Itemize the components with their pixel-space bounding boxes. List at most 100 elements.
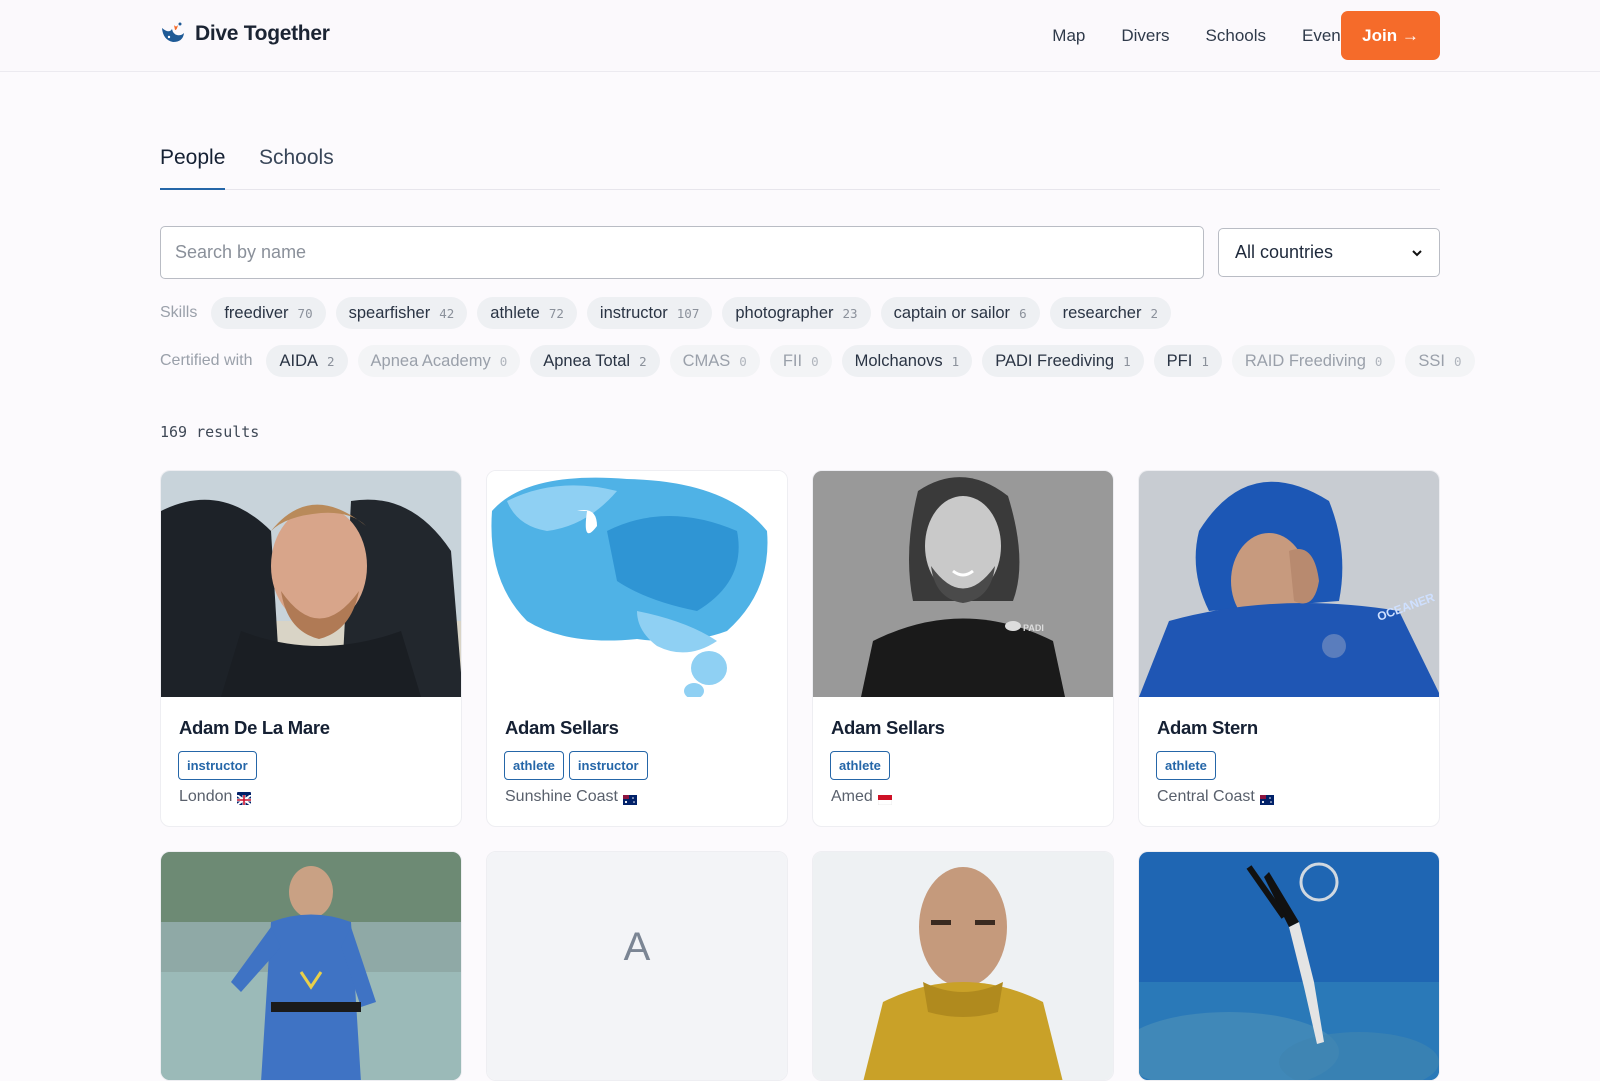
cert-chip[interactable]: Apnea Academy 0 — [357, 345, 521, 377]
chip-count: 2 — [639, 353, 647, 369]
chip-label: FII — [782, 351, 803, 370]
chip-label: RAID Freediving — [1244, 351, 1366, 370]
chip-count: 2 — [327, 353, 335, 369]
chip-count: 42 — [439, 305, 455, 321]
cert-chip[interactable]: Apnea Total 2 — [530, 345, 660, 377]
diver-name: Adam Stern — [1157, 717, 1258, 738]
chip-count: 0 — [1374, 353, 1383, 369]
nav-divers[interactable]: Divers — [1121, 26, 1169, 46]
skill-tag: instructor — [178, 751, 257, 780]
diver-tags: athlete — [830, 751, 890, 780]
skill-chip[interactable]: instructor 107 — [586, 297, 713, 329]
chip-label: AIDA — [279, 351, 318, 370]
chip-label: PFI — [1166, 351, 1193, 370]
chip-label: Molchanovs — [854, 351, 943, 370]
chip-label: athlete — [490, 303, 540, 322]
location-text: Amed — [831, 788, 873, 805]
chip-count: 0 — [1454, 353, 1462, 369]
au-flag-icon — [1259, 792, 1274, 805]
diver-location: Sunshine Coast — [505, 788, 637, 806]
results-count: 169 results — [160, 423, 260, 441]
skills-filter: Skills freediver 70 spearfisher 42 athlete… — [160, 297, 1171, 329]
diver-card[interactable]: PADI Adam Sellars athlete Amed — [812, 470, 1114, 827]
location-text: Sunshine Coast — [505, 788, 618, 805]
svg-text:PADI: PADI — [1023, 623, 1044, 633]
diver-card[interactable]: Adam Sellars athlete instructor Sunshine… — [486, 470, 788, 827]
location-text: Central Coast — [1157, 788, 1255, 805]
skill-chip[interactable]: captain or sailor 6 — [880, 297, 1040, 329]
diver-name: Adam Sellars — [831, 717, 945, 738]
cert-chip[interactable]: Molchanovs 1 — [841, 345, 973, 377]
country-select[interactable]: All countries — [1218, 228, 1440, 277]
cert-chip[interactable]: AIDA 2 — [266, 345, 348, 377]
chip-label: instructor — [599, 303, 668, 322]
cert-chip[interactable]: SSI 0 — [1405, 345, 1475, 377]
chip-count: 23 — [842, 305, 858, 321]
diver-card[interactable] — [160, 851, 462, 1081]
id-flag-icon — [877, 792, 893, 806]
diver-card[interactable]: Adam De La Mare instructor London — [160, 470, 462, 827]
certified-label: Certified with — [160, 352, 253, 369]
chip-count: 0 — [499, 353, 508, 369]
nav-schools[interactable]: Schools — [1206, 26, 1266, 46]
tab-people[interactable]: People — [160, 146, 226, 190]
skill-chip[interactable]: freediver 70 — [211, 297, 326, 329]
chevron-down-icon — [1412, 249, 1422, 256]
search-input[interactable] — [160, 226, 1204, 279]
diver-photo-placeholder: A — [487, 852, 787, 1080]
chip-label: freediver — [224, 303, 289, 322]
diver-card[interactable] — [812, 851, 1114, 1081]
cert-chip[interactable]: PADI Freediving 1 — [982, 345, 1144, 377]
diver-tags: athlete — [1156, 751, 1216, 780]
brand-logo[interactable]: Dive Together — [159, 20, 330, 48]
diver-tags: instructor — [178, 751, 257, 780]
avatar-initial: A — [487, 852, 787, 1080]
diver-photo — [487, 471, 787, 697]
chip-label: SSI — [1418, 351, 1446, 370]
nav-map[interactable]: Map — [1052, 26, 1085, 46]
diver-card[interactable]: A — [486, 851, 788, 1081]
chip-label: researcher — [1062, 303, 1142, 322]
cert-chip[interactable]: RAID Freediving 0 — [1231, 345, 1396, 377]
diver-photo: PADI — [813, 471, 1113, 697]
join-button[interactable]: Join → — [1341, 11, 1440, 60]
skill-tag: instructor — [568, 751, 648, 780]
diver-card[interactable] — [1138, 851, 1440, 1081]
skill-chip[interactable]: spearfisher 42 — [335, 297, 468, 329]
diver-photo — [161, 852, 461, 1080]
chip-count: 1 — [951, 353, 960, 369]
chip-count: 1 — [1123, 353, 1131, 369]
cert-chip[interactable]: CMAS 0 — [669, 345, 760, 377]
uk-flag-icon — [236, 792, 252, 806]
skill-chip[interactable]: athlete 72 — [477, 297, 577, 329]
diver-name: Adam Sellars — [505, 717, 619, 738]
chip-count: 0 — [811, 353, 819, 369]
diver-name: Adam De La Mare — [179, 717, 330, 738]
skill-chip[interactable]: researcher 2 — [1049, 297, 1171, 329]
location-text: London — [179, 788, 233, 805]
certification-filter: Certified with AIDA 2 Apnea Academy 0 Apne… — [160, 345, 1475, 377]
chip-label: Apnea Total — [543, 351, 631, 370]
chip-count: 2 — [1150, 305, 1158, 321]
chip-count: 70 — [297, 305, 313, 321]
skill-tag: athlete — [830, 751, 890, 780]
skill-chip[interactable]: photographer 23 — [722, 297, 871, 329]
chip-label: Apnea Academy — [370, 351, 491, 370]
diver-photo — [161, 471, 461, 697]
site-header: Dive Together Map Divers Schools Events … — [0, 0, 1600, 72]
cert-chip[interactable]: PFI 1 — [1153, 345, 1222, 377]
chip-label: PADI Freediving — [995, 351, 1115, 370]
chip-count: 72 — [548, 305, 564, 321]
whale-logo-icon — [162, 22, 184, 42]
diver-tags: athlete instructor — [504, 751, 648, 780]
diver-card[interactable]: OCEANER Adam Stern athlete Central Coast — [1138, 470, 1440, 827]
brand-name: Dive Together — [195, 22, 330, 45]
chip-label: captain or sailor — [893, 303, 1011, 322]
chip-label: spearfisher — [348, 303, 431, 322]
diver-location: Amed — [831, 788, 893, 806]
chip-count: 0 — [739, 353, 747, 369]
chip-count: 107 — [676, 305, 700, 321]
cert-chip[interactable]: FII 0 — [769, 345, 832, 377]
diver-photo — [1139, 852, 1439, 1080]
tab-schools[interactable]: Schools — [259, 146, 334, 190]
